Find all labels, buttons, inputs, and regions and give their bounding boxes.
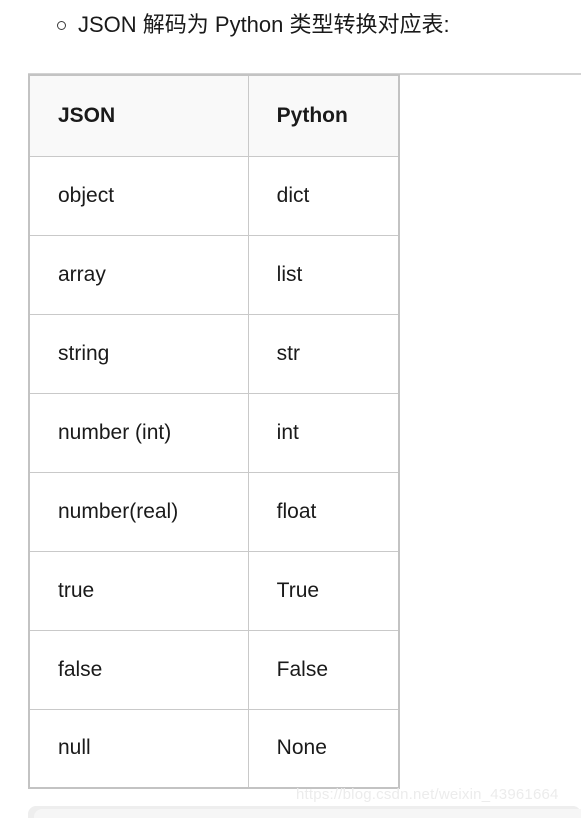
cell-python-type: list <box>247 234 400 315</box>
table-row: array list <box>28 234 400 315</box>
cell-json-type: number(real) <box>28 471 249 552</box>
table-row: string str <box>28 313 400 394</box>
cell-python-type: float <box>247 471 400 552</box>
table-header: JSON Python <box>28 74 400 157</box>
table-row: false False <box>28 629 400 710</box>
cell-json-type: object <box>28 155 249 236</box>
cell-python-type: None <box>247 708 400 789</box>
cell-json-type: string <box>28 313 249 394</box>
cell-json-type: number (int) <box>28 392 249 473</box>
table-row: number(real) float <box>28 471 400 552</box>
table-body: object dict array list string str number… <box>28 155 400 789</box>
cell-json-type: array <box>28 234 249 315</box>
column-header-python: Python <box>247 74 400 157</box>
circle-outline-icon <box>57 20 66 30</box>
code-block-panel <box>28 806 581 818</box>
json-python-type-table: JSON Python object dict array list strin… <box>28 74 400 789</box>
code-block-panel-inner <box>34 809 581 818</box>
cell-python-type: dict <box>247 155 400 236</box>
cell-python-type: True <box>247 550 400 631</box>
table-row: object dict <box>28 155 400 236</box>
page-title: JSON 解码为 Python 类型转换对应表: <box>78 12 450 37</box>
cell-json-type: false <box>28 629 249 710</box>
cell-json-type: null <box>28 708 249 789</box>
cell-python-type: str <box>247 313 400 394</box>
cell-python-type: False <box>247 629 400 710</box>
cell-python-type: int <box>247 392 400 473</box>
table-row: null None <box>28 708 400 789</box>
table-row: number (int) int <box>28 392 400 473</box>
table-row: true True <box>28 550 400 631</box>
json-python-type-table-wrapper: JSON Python object dict array list strin… <box>28 74 400 789</box>
list-item-heading: JSON 解码为 Python 类型转换对应表: <box>0 6 581 44</box>
cell-json-type: true <box>28 550 249 631</box>
table-header-row: JSON Python <box>28 74 400 157</box>
column-header-json: JSON <box>28 74 249 157</box>
